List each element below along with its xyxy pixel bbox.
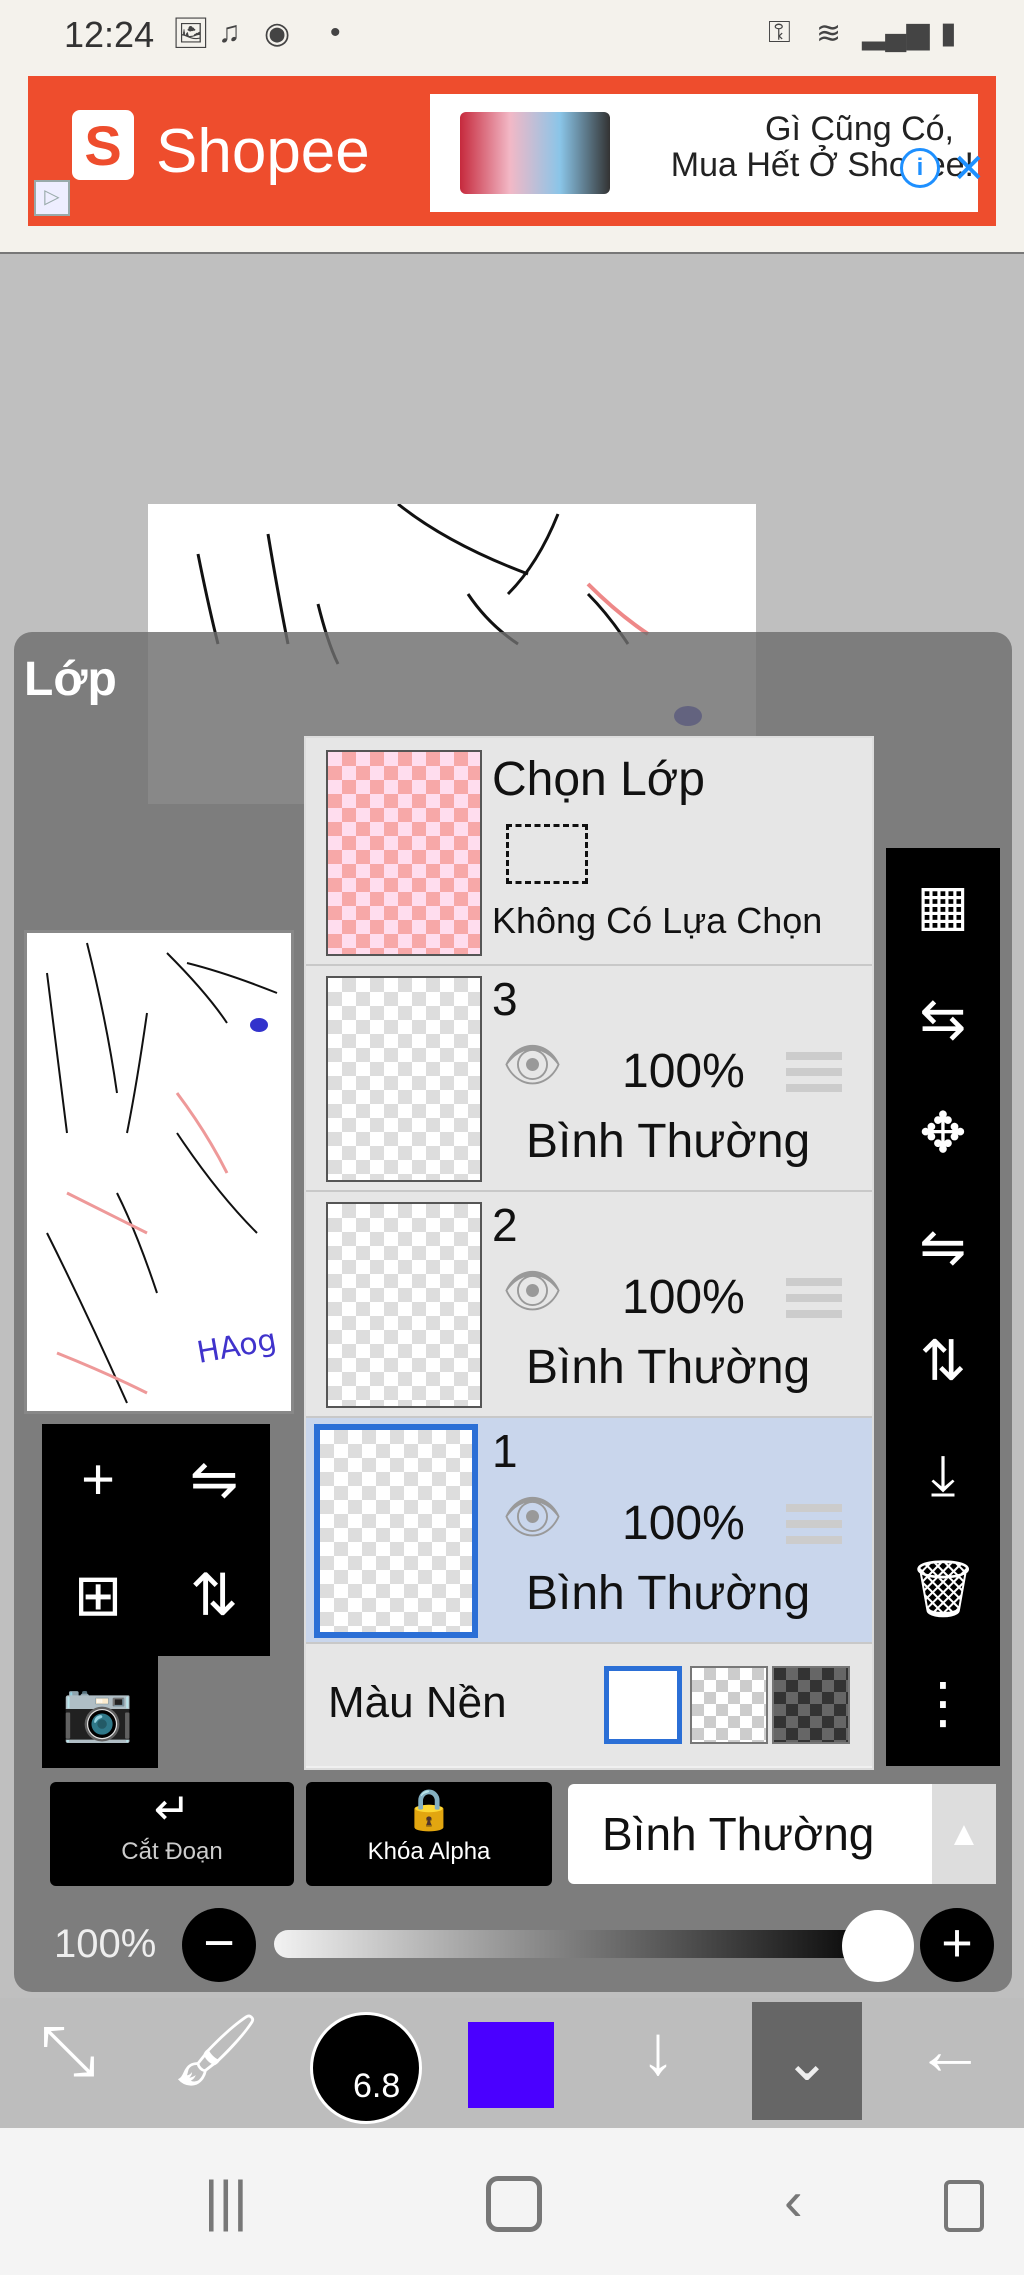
ad-banner[interactable]: S Shopee Gì Cũng Có, Mua Hết Ở Shopee! i…: [0, 70, 1024, 254]
alpha-lock-label: Khóa Alpha: [367, 1838, 491, 1865]
preview-sketch: HAog: [46, 942, 279, 1404]
opacity-slider-knob[interactable]: [842, 1910, 914, 1982]
opacity-increase-button[interactable]: +: [920, 1908, 994, 1982]
add-layer-copy-button[interactable]: ⊞: [42, 1540, 154, 1652]
home-icon[interactable]: [486, 2176, 542, 2232]
layer-row-2[interactable]: 2 👁 100% Bình Thường: [306, 1192, 872, 1418]
arrow-down-icon[interactable]: ↓: [598, 2010, 718, 2090]
wifi-icon: ≋: [816, 17, 842, 50]
status-time: 12:24: [64, 14, 155, 55]
layer-row-1[interactable]: 1 👁 100% Bình Thường: [306, 1418, 872, 1644]
add-layer-button[interactable]: +: [42, 1424, 154, 1536]
layer-thumb: [326, 976, 482, 1182]
move-icon[interactable]: ✥: [886, 1076, 1000, 1190]
selection-layer-row[interactable]: Chọn Lớp Không Có Lựa Chọn: [306, 738, 872, 966]
selection-marquee-icon: [506, 824, 588, 884]
ad-card[interactable]: S Shopee Gì Cũng Có, Mua Hết Ở Shopee!: [28, 76, 996, 226]
layer-blend-mode: Bình Thường: [526, 1115, 811, 1168]
key-icon: ⚿: [768, 16, 791, 49]
recent-apps-icon[interactable]: |||: [204, 2168, 248, 2233]
clip-label: Cắt Đoạn: [121, 1838, 223, 1865]
background-label: Màu Nền: [328, 1678, 507, 1727]
transparency-checker-icon[interactable]: ▦: [886, 848, 1000, 962]
panel-title: Lớp: [24, 653, 117, 706]
product-image: [460, 112, 610, 194]
bg-dark-swatch[interactable]: [772, 1666, 850, 1744]
ad-brand: Shopee: [156, 117, 370, 186]
layer-blend-mode: Bình Thường: [526, 1341, 811, 1394]
chevron-up-icon[interactable]: ▲: [932, 1784, 996, 1884]
shopee-logo-icon: S: [72, 110, 134, 180]
trash-icon[interactable]: 🗑: [886, 1532, 1000, 1646]
layer-name: 3: [492, 973, 518, 1025]
drag-handle-icon[interactable]: [786, 1504, 842, 1512]
camera-tool: 📷: [42, 1656, 158, 1768]
layer-right-tools: ▦ ⇆ ✥ ⇋ ⇅ ⤓ 🗑 ⋮: [886, 848, 1000, 1766]
status-bar: 12:24 🖼 ♫ ◉ • ⚿ ≋ ▂▄▆ ▮: [0, 0, 1024, 70]
preview-signature: HAog: [194, 1323, 279, 1371]
layer-opacity: 100%: [622, 1497, 745, 1550]
back-arrow-icon[interactable]: ←: [890, 2010, 1010, 2090]
blend-mode-select[interactable]: Bình Thường: [568, 1784, 932, 1884]
brush-size-button[interactable]: 6.8: [310, 2012, 422, 2124]
selection-layer-status: Không Có Lựa Chọn: [492, 900, 823, 941]
alpha-lock-button[interactable]: 🔒 Khóa Alpha: [306, 1782, 552, 1886]
ad-info-icon[interactable]: i: [900, 148, 940, 188]
drag-handle-icon[interactable]: [786, 1278, 842, 1286]
keyboard-switch-icon[interactable]: [944, 2180, 984, 2232]
adchoices-icon[interactable]: ▷: [34, 180, 70, 216]
layer-row-3[interactable]: 3 👁 100% Bình Thường: [306, 966, 872, 1192]
swap-layer-icon[interactable]: ⇆: [886, 962, 1000, 1076]
background-color-row: Màu Nền: [306, 1644, 872, 1766]
transform-eraser-icon[interactable]: ⤡: [8, 2010, 128, 2092]
opacity-slider[interactable]: [274, 1930, 886, 1958]
canvas-preview[interactable]: HAog: [24, 930, 294, 1414]
layer-opacity: 100%: [622, 1045, 745, 1098]
visibility-eye-icon[interactable]: 👁: [502, 1036, 563, 1093]
visibility-eye-icon[interactable]: 👁: [502, 1262, 563, 1319]
flip-vertical-button[interactable]: ⇅: [158, 1540, 270, 1652]
layer-opacity: 100%: [622, 1271, 745, 1324]
ad-line1: Gì Cũng Có,: [765, 110, 954, 148]
merge-down-icon[interactable]: ⤓: [886, 1418, 1000, 1532]
layer-thumb: [326, 1202, 482, 1408]
layer-thumb-selected: [314, 1424, 478, 1638]
visibility-eye-icon[interactable]: 👁: [502, 1488, 563, 1545]
dot-icon: •: [330, 16, 341, 49]
messenger-icon: ◉: [264, 17, 291, 50]
bg-white-swatch[interactable]: [604, 1666, 682, 1744]
collapse-toolbar-icon[interactable]: ⌄: [752, 2002, 862, 2120]
opacity-decrease-button[interactable]: −: [182, 1908, 256, 1982]
opacity-label: 100%: [54, 1922, 157, 1966]
clip-arrow-icon: ↵: [153, 1785, 191, 1834]
bg-transparent-swatch[interactable]: [690, 1666, 768, 1744]
ad-creative[interactable]: Gì Cũng Có, Mua Hết Ở Shopee!: [430, 94, 978, 212]
tiktok-icon: ♫: [218, 16, 241, 49]
layer-list: Chọn Lớp Không Có Lựa Chọn 3 👁 100% Bình…: [304, 736, 874, 1770]
selection-layer-title: Chọn Lớp: [492, 753, 705, 806]
layer-name: 2: [492, 1199, 518, 1251]
selection-layer-thumb: [326, 750, 482, 956]
image-icon: 🖼: [172, 17, 211, 50]
layer-blend-mode: Bình Thường: [526, 1567, 811, 1620]
layer-left-tools: + ⇋ ⊞ ⇅: [42, 1424, 270, 1656]
signal-icon: ▂▄▆: [862, 17, 930, 50]
brush-icon[interactable]: 🖌: [156, 2010, 276, 2092]
drag-handle-icon[interactable]: [786, 1052, 842, 1060]
nav-back-icon[interactable]: ‹: [784, 2168, 803, 2233]
camera-import-button[interactable]: 📷: [42, 1656, 154, 1768]
ad-close-icon[interactable]: ✕: [952, 146, 986, 192]
battery-icon: ▮: [940, 17, 957, 50]
flip-vertical-icon[interactable]: ⇅: [886, 1304, 1000, 1418]
lock-icon: 🔒: [404, 1788, 454, 1832]
color-swatch[interactable]: [468, 2022, 554, 2108]
brush-size-value: 6.8: [353, 2067, 401, 2105]
flip-horizontal-button[interactable]: ⇋: [158, 1424, 270, 1536]
flip-horizontal-icon[interactable]: ⇋: [886, 1190, 1000, 1304]
layer-name: 1: [492, 1425, 518, 1477]
more-vertical-icon[interactable]: ⋮: [886, 1646, 1000, 1760]
clip-button[interactable]: ↵ Cắt Đoạn: [50, 1782, 294, 1886]
